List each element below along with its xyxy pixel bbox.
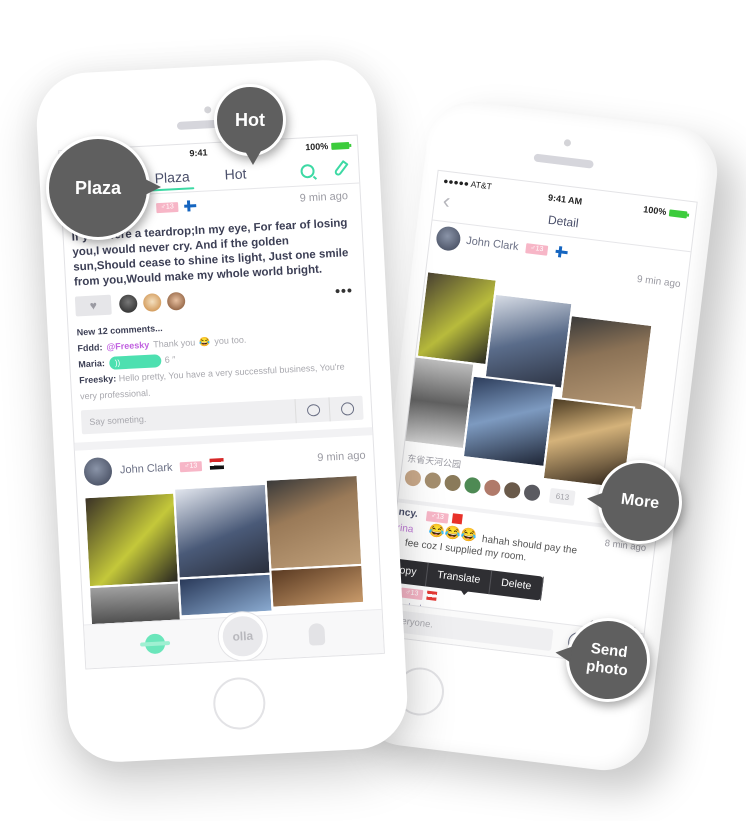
flag-icon xyxy=(209,457,225,470)
speaker-grille xyxy=(533,153,594,169)
ghost-icon[interactable] xyxy=(308,622,326,646)
liker-avatar[interactable] xyxy=(503,481,522,500)
callout-plaza: Plaza xyxy=(46,136,161,240)
level-badge: ♂13 xyxy=(525,243,549,256)
mention[interactable]: @Freesky xyxy=(106,337,150,355)
liker-avatar[interactable] xyxy=(443,474,462,492)
menu-pointer xyxy=(459,588,470,596)
comment-input[interactable]: Say someting. xyxy=(89,414,146,427)
comment-text: you too. xyxy=(214,334,247,347)
callout-label: Plaza xyxy=(74,177,122,198)
edit-icon[interactable] xyxy=(333,159,349,177)
callout-label: Send photo xyxy=(585,639,629,680)
author-name[interactable]: John Clark xyxy=(466,235,520,253)
photo-thumbnail[interactable] xyxy=(269,563,366,609)
voice-duration: 6 ″ xyxy=(164,354,176,365)
menu-item-delete[interactable]: Delete xyxy=(489,570,544,601)
search-icon[interactable] xyxy=(300,163,315,179)
status-time: 9:41 xyxy=(189,147,208,159)
detail-screen: ●●●●● AT&T 9:41 AM 100% ‹ Detail John Cl… xyxy=(380,169,698,669)
liker-avatar[interactable] xyxy=(142,293,162,312)
flag-icon xyxy=(426,590,438,601)
callout-pointer xyxy=(554,644,573,663)
level-badge: ♂13 xyxy=(179,461,203,473)
comment-input[interactable]: everyone. xyxy=(382,608,554,652)
camera-dot xyxy=(204,106,212,114)
liker-avatar[interactable] xyxy=(463,476,482,495)
status-time: 9:41 AM xyxy=(547,192,583,207)
emoji-icon: 😂 xyxy=(198,336,211,348)
callout-pointer xyxy=(586,490,604,509)
battery-percent: 100% xyxy=(305,141,329,153)
comment-author[interactable]: Maria: xyxy=(78,355,105,372)
liker-avatar[interactable] xyxy=(404,469,422,487)
voice-message-button[interactable]: )) xyxy=(108,353,162,370)
home-button[interactable] xyxy=(212,676,267,731)
likes-count[interactable]: 613 xyxy=(548,487,576,506)
flag-icon xyxy=(451,513,463,525)
comment-text: Thank you xyxy=(152,337,196,350)
battery-indicator: 100% xyxy=(305,140,350,153)
callout-label: Hot xyxy=(235,109,265,130)
comments-list: New 12 comments... Fddd: @Freesky Thank … xyxy=(76,310,362,405)
liker-avatar[interactable] xyxy=(423,471,442,490)
photo-thumbnail[interactable] xyxy=(177,572,274,618)
author-name[interactable]: John Clark xyxy=(120,462,173,477)
camera-dot xyxy=(563,139,572,147)
flag-icon xyxy=(183,200,197,212)
photo-thumbnail[interactable] xyxy=(415,270,498,367)
feed-post: John Clark ♂13 9 min ago xyxy=(75,435,381,627)
battery-icon xyxy=(331,141,350,150)
location-label[interactable]: 东省天河公园 xyxy=(407,451,462,470)
comment-author[interactable]: Fddd: xyxy=(77,339,103,356)
timestamp: 9 min ago xyxy=(636,273,682,291)
timestamp: 9 min ago xyxy=(299,190,349,205)
avatar[interactable] xyxy=(435,225,462,252)
callout-label: More xyxy=(620,490,661,513)
tab-hot[interactable]: Hot xyxy=(224,165,247,182)
app-showcase: ●●●●● AT&T 9:41 AM 100% ‹ Detail John Cl… xyxy=(0,0,746,821)
voice-icon: )) xyxy=(114,357,121,368)
level-badge: ♂13 xyxy=(400,587,424,601)
callout-hot: Hot xyxy=(214,84,286,165)
comment-icon[interactable] xyxy=(294,397,330,424)
battery-icon xyxy=(668,208,688,218)
photo-grid xyxy=(401,270,665,491)
liker-avatar[interactable] xyxy=(166,291,186,311)
photo-thumbnail[interactable] xyxy=(483,292,574,390)
comment-author[interactable]: Freesky: xyxy=(79,374,117,386)
olla-reply-icon[interactable] xyxy=(328,395,364,422)
liker-avatar[interactable] xyxy=(118,294,138,314)
photo-thumbnail[interactable] xyxy=(461,374,556,469)
avatar[interactable] xyxy=(83,456,113,487)
detail-phone: ●●●●● AT&T 9:41 AM 100% ‹ Detail John Cl… xyxy=(353,96,723,776)
timestamp: 9 min ago xyxy=(316,449,366,465)
reply-to[interactable]: rina xyxy=(396,523,414,536)
callout-pointer xyxy=(245,151,261,165)
callout-pointer xyxy=(145,179,161,195)
photo-thumbnail[interactable] xyxy=(83,491,180,589)
photo-thumbnail[interactable] xyxy=(172,482,272,580)
battery-percent: 100% xyxy=(642,204,667,217)
photo-thumbnail[interactable] xyxy=(559,314,654,412)
battery-indicator: 100% xyxy=(643,204,688,219)
like-button[interactable]: ♥ xyxy=(74,294,112,317)
liker-avatar[interactable] xyxy=(483,478,502,497)
level-badge: ♂13 xyxy=(156,202,179,214)
more-button[interactable]: ••• xyxy=(335,282,354,299)
photo-thumbnail[interactable] xyxy=(264,473,364,571)
flag-icon xyxy=(554,245,569,259)
liker-avatar[interactable] xyxy=(523,483,541,502)
comment-author[interactable]: ncy. xyxy=(398,507,418,520)
planet-icon[interactable] xyxy=(144,633,166,655)
